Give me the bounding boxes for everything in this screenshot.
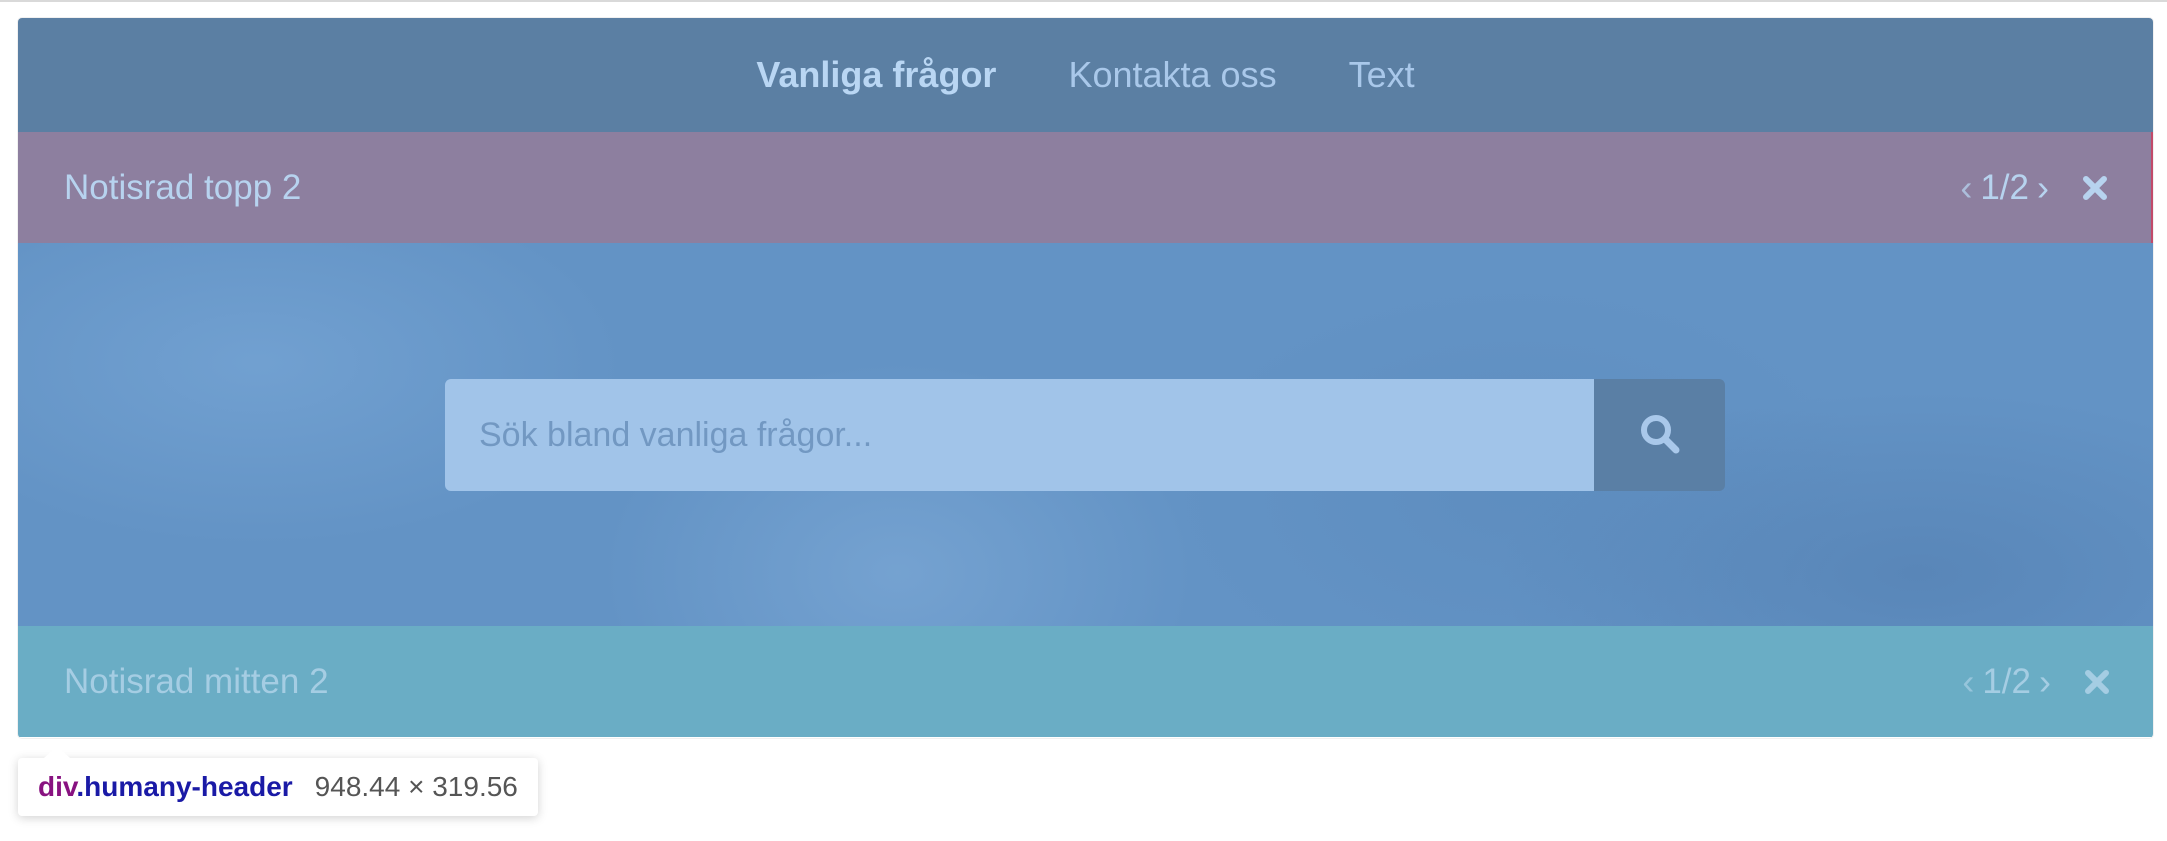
close-icon[interactable]	[2079, 172, 2111, 204]
nav-link-faq[interactable]: Vanliga frågor	[756, 54, 996, 96]
element-tag: div	[38, 771, 77, 802]
notice-controls: ‹ 1/2 ›	[1960, 626, 2113, 737]
element-selector: div.humany-header	[38, 771, 293, 803]
page-top-border	[0, 0, 2167, 2]
chevron-right-icon[interactable]: ›	[2037, 663, 2053, 700]
nav-link-contact[interactable]: Kontakta oss	[1068, 54, 1276, 96]
notice-message: Notisrad mitten 2	[64, 661, 329, 701]
notice-bar-top: Notisrad topp 2 ‹ 1/2 ›	[18, 132, 2153, 243]
search-form	[445, 379, 1725, 491]
search-input[interactable]	[445, 379, 1594, 491]
notice-pager: 1/2	[1982, 661, 2031, 701]
close-icon[interactable]	[2081, 666, 2113, 698]
chevron-left-icon[interactable]: ‹	[1958, 169, 1974, 206]
search-button[interactable]	[1594, 379, 1725, 491]
chevron-right-icon[interactable]: ›	[2035, 169, 2051, 206]
devtools-inspector-tooltip: div.humany-header 948.44 × 319.56	[18, 746, 538, 816]
humany-header: Vanliga frågor Kontakta oss Text Notisra…	[18, 18, 2153, 738]
notice-pager: 1/2	[1980, 167, 2029, 207]
search-hero	[18, 243, 2153, 626]
element-class: .humany-header	[76, 771, 293, 802]
top-navigation: Vanliga frågor Kontakta oss Text	[18, 18, 2153, 132]
notice-bar-middle: Notisrad mitten 2 ‹ 1/2 ›	[18, 626, 2153, 737]
notice-controls: ‹ 1/2 ›	[1958, 132, 2111, 243]
notice-message: Notisrad topp 2	[64, 167, 302, 207]
search-icon	[1638, 412, 1682, 459]
chevron-left-icon[interactable]: ‹	[1960, 663, 1976, 700]
element-dimensions: 948.44 × 319.56	[314, 771, 518, 802]
nav-link-text[interactable]: Text	[1349, 54, 1415, 96]
